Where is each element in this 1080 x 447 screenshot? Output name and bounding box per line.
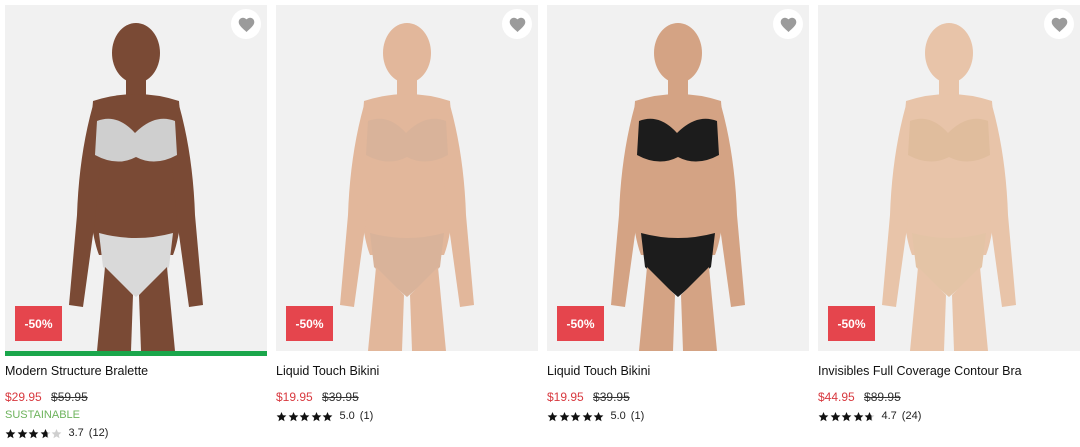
- star-icon: [593, 411, 604, 421]
- model-photo: [5, 5, 267, 351]
- model-torso: [629, 94, 727, 255]
- model-torso: [87, 94, 185, 255]
- product-name[interactable]: Modern Structure Bralette: [5, 364, 267, 380]
- star-icon: [853, 411, 863, 421]
- star-rating: [276, 411, 334, 422]
- star-icon: [51, 428, 62, 438]
- model-head: [654, 23, 702, 83]
- review-count: (1): [359, 410, 374, 422]
- sale-price: $29.95: [5, 390, 42, 404]
- star-rating: [547, 411, 605, 422]
- original-price: $89.95: [864, 390, 901, 404]
- star-icon: [547, 411, 558, 421]
- product-image[interactable]: -50%: [5, 5, 267, 356]
- discount-badge: -50%: [15, 306, 62, 341]
- original-price: $39.95: [593, 390, 630, 404]
- product-card[interactable]: -50% Liquid Touch Bikini $19.95 $39.95 5…: [276, 5, 538, 423]
- model-torso: [358, 94, 456, 255]
- product-card[interactable]: -50% Invisibles Full Coverage Contour Br…: [818, 5, 1080, 423]
- rating-row: 5.0 (1): [276, 409, 538, 423]
- review-count: (1): [630, 410, 645, 422]
- star-icon: [276, 411, 287, 421]
- sustainable-tag: SUSTAINABLE: [5, 409, 80, 421]
- price-row: $19.95 $39.95: [276, 390, 538, 405]
- discount-badge: -50%: [828, 306, 875, 341]
- wishlist-heart-icon[interactable]: [773, 9, 803, 39]
- star-icon: [299, 411, 310, 421]
- star-icon: [830, 411, 840, 421]
- rating-value: 5.0: [610, 410, 626, 422]
- product-grid: -50% Modern Structure Bralette $29.95 $5…: [0, 0, 1080, 447]
- product-image[interactable]: -50%: [818, 5, 1080, 351]
- rating-row: 3.7 (12): [5, 426, 267, 440]
- star-icon: [311, 411, 321, 421]
- sale-price: $44.95: [818, 390, 855, 404]
- model-head: [112, 23, 160, 83]
- star-icon: [559, 411, 569, 421]
- heart-icon: [238, 17, 254, 32]
- star-icon: [570, 411, 581, 421]
- review-count: (24): [901, 410, 922, 422]
- heart-icon: [509, 17, 525, 32]
- discount-badge: -50%: [557, 306, 604, 341]
- product-image[interactable]: -50%: [276, 5, 538, 351]
- rating-value: 4.7: [881, 410, 897, 422]
- star-icon: [864, 411, 875, 421]
- product-card[interactable]: -50% Liquid Touch Bikini $19.95 $39.95 5…: [547, 5, 809, 423]
- star-icon: [841, 411, 852, 421]
- price-row: $29.95 $59.95: [5, 390, 267, 405]
- wishlist-heart-icon[interactable]: [231, 9, 261, 39]
- star-icon: [17, 428, 27, 438]
- rating-value: 3.7: [68, 427, 84, 439]
- product-name[interactable]: Liquid Touch Bikini: [276, 364, 538, 380]
- heart-icon: [780, 17, 796, 32]
- original-price: $59.95: [51, 390, 88, 404]
- product-name[interactable]: Invisibles Full Coverage Contour Bra: [818, 364, 1080, 380]
- star-icon: [40, 428, 50, 438]
- star-icon: [5, 428, 16, 438]
- star-icon: [28, 428, 39, 438]
- rating-value: 5.0: [339, 410, 355, 422]
- product-card[interactable]: -50% Modern Structure Bralette $29.95 $5…: [5, 5, 267, 440]
- model-photo: [276, 5, 538, 351]
- wishlist-heart-icon[interactable]: [1044, 9, 1074, 39]
- wishlist-heart-icon[interactable]: [502, 9, 532, 39]
- star-icon: [322, 411, 333, 421]
- star-icon: [818, 411, 829, 421]
- rating-row: 5.0 (1): [547, 409, 809, 423]
- star-icon: [582, 411, 592, 421]
- discount-badge: -50%: [286, 306, 333, 341]
- model-photo: [547, 5, 809, 351]
- model-head: [925, 23, 973, 83]
- model-photo: [818, 5, 1080, 351]
- original-price: $39.95: [322, 390, 359, 404]
- price-row: $44.95 $89.95: [818, 390, 1080, 405]
- model-head: [383, 23, 431, 83]
- star-rating: [818, 411, 876, 422]
- price-row: $19.95 $39.95: [547, 390, 809, 405]
- star-rating: [5, 428, 63, 439]
- sale-price: $19.95: [547, 390, 584, 404]
- model-torso: [900, 94, 998, 255]
- review-count: (12): [88, 427, 109, 439]
- product-name[interactable]: Liquid Touch Bikini: [547, 364, 809, 380]
- product-image[interactable]: -50%: [547, 5, 809, 351]
- star-icon: [288, 411, 298, 421]
- sale-price: $19.95: [276, 390, 313, 404]
- rating-row: 4.7 (24): [818, 409, 1080, 423]
- heart-icon: [1051, 17, 1067, 32]
